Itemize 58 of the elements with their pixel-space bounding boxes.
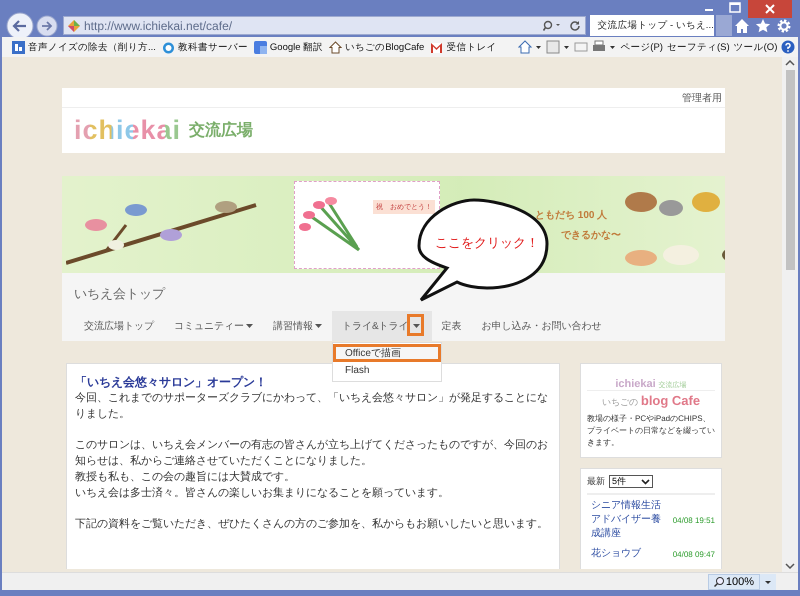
address-text: http://www.ichiekai.net/cafe/ [84,18,234,32]
browser-icon [162,40,175,54]
zoom-button[interactable]: 100% [708,574,760,590]
post-time: 04/08 09:47 [672,550,715,558]
post-link[interactable]: シニア情報生活アドバイザー養成講座 [591,499,661,541]
browser-tab[interactable]: 交流広場トップ - いちえ... [590,15,714,36]
post-time: 04/08 19:51 [672,516,715,524]
favorite-link[interactable]: Google 翻訳 [254,40,324,54]
chevron-up-icon [785,60,795,66]
chart-icon [12,40,25,54]
slogan-text: できるかな〜 [561,228,621,242]
menu-button[interactable]: ツール(O) [734,40,778,54]
chevron-down-icon [641,478,650,484]
settings-icon[interactable] [776,18,792,34]
zoom-icon [714,576,724,586]
favorite-link[interactable]: 教科書サーバー [162,40,248,54]
close-icon[interactable] [748,0,792,18]
star-icon[interactable] [755,18,771,34]
nav-item[interactable]: お申し込み・お問い合わせ [472,311,612,341]
article-text: このサロンは、いちえ会メンバーの有志の皆さんが立ち上げてくださったものですが、今回のお知らせは、私からご連絡させていただくことになりました。 [75,438,549,469]
nav-item[interactable]: コミュニティー [164,311,263,341]
admin-link[interactable]: 管理者用 [682,90,722,104]
highlight-frame [406,314,424,336]
recent-label: 最新 [587,475,605,488]
menu-item[interactable]: Officeで描画 [333,344,441,362]
article-text: 教授も私も、この会の趣旨には大賛成です。 [75,470,296,485]
count-select[interactable]: 5件 [609,475,653,488]
house-icon [329,40,342,54]
site-title[interactable]: いちえ会トップ [74,273,725,311]
caret-icon[interactable] [760,574,776,590]
home-icon[interactable] [734,18,750,34]
tab-title: 交流広場トップ - いちえ... [597,19,714,32]
home-icon[interactable] [518,40,542,54]
site-icon [68,20,80,32]
menu-item[interactable]: Flash [333,362,441,380]
post-link[interactable]: 花ショウブ [591,547,661,561]
translate-icon [254,40,267,54]
favorite-link[interactable]: いちごのBlogCafe [329,40,424,54]
menu-button[interactable]: ページ(P) [620,40,663,54]
chevron-down-icon [785,563,795,569]
refresh-icon[interactable] [569,20,582,32]
forward-icon[interactable] [36,14,58,36]
nav-item[interactable]: 講習情報 [263,311,332,341]
nav-item[interactable]: 交流広場トップ [74,311,164,341]
scroll-thumb[interactable] [786,70,794,270]
favorite-link[interactable]: 音声ノイズの除去（削り方... [12,40,156,54]
article-text: 下記の資料をご覧いただき、ぜひたくさんの方のご参加を、私からもお願いしたいと思います。 [75,516,549,532]
article-text: いちえ会は多士済々。皆さんの楽しいお集まりになることを願っています。 [75,486,450,501]
callout-text: ここをクリック！ [435,234,539,252]
article-title[interactable]: 「いちえ会悠々サロン」オープン！ [75,374,267,390]
slogan-text: ともだち 100 人 [535,208,608,222]
article-text: 今回、これまでのサポーターズクラブにかわって、「いちえ会悠々サロン」が発足することになりました。 [75,390,549,422]
menu-button[interactable]: セーフティ(S) [666,40,730,54]
printer-icon[interactable] [592,40,616,54]
address-bar[interactable]: http://www.ichiekai.net/cafe/ [63,16,586,35]
blog-description: 教場の様子・PCやiPadのCHIPS、プライベートの日常などを綴っていきます。 [587,413,715,449]
scrollbar[interactable] [782,57,798,572]
favorite-link[interactable]: 受信トレイ [430,40,496,54]
